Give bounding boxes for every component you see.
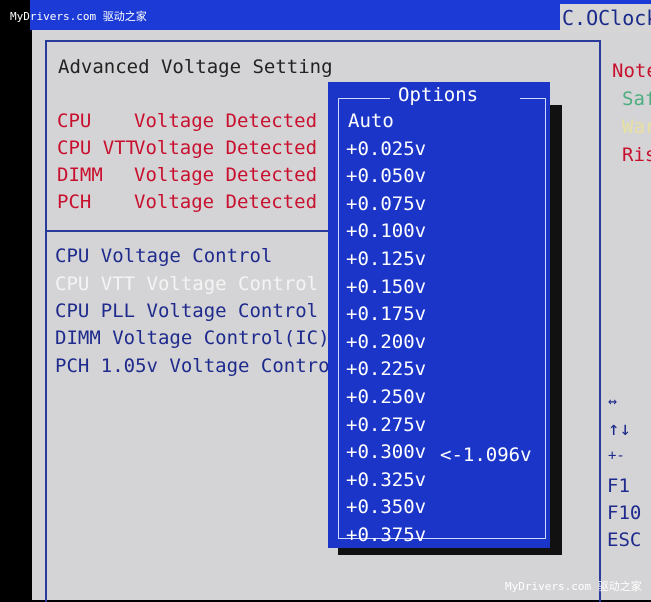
control-cpu-voltage[interactable]: CPU Voltage Control — [55, 245, 272, 267]
control-cpu-pll-voltage[interactable]: CPU PLL Voltage Control — [55, 300, 318, 322]
option-item[interactable]: +0.275v — [346, 414, 426, 436]
detected-value: Voltage Detected — [134, 137, 318, 159]
option-item[interactable]: +0.225v — [346, 358, 426, 380]
option-item[interactable]: +0.025v — [346, 138, 426, 160]
note-title: Note — [612, 60, 651, 82]
option-item[interactable]: +0.375v — [346, 524, 426, 546]
watermark-bottom: MyDrivers.com 驱动之家 — [505, 580, 642, 593]
popup-title-line — [520, 98, 545, 99]
popup-title-line — [338, 98, 390, 99]
note-safe: Saf — [622, 88, 651, 110]
watermark: MyDrivers.com 驱动之家 — [10, 10, 147, 23]
option-item[interactable]: +0.150v — [346, 276, 426, 298]
option-item[interactable]: +0.100v — [346, 220, 426, 242]
key-f10: F10 — [607, 502, 642, 524]
option-item[interactable]: +0.200v — [346, 331, 426, 353]
option-item[interactable]: +0.075v — [346, 193, 426, 215]
detected-value: Voltage Detected — [134, 110, 318, 132]
detected-value: Voltage Detected — [134, 191, 318, 213]
detected-label: PCH — [57, 191, 92, 213]
note-risk: Ris — [622, 144, 651, 166]
option-item[interactable]: +0.325v — [346, 469, 426, 491]
key-plus-minus: +- — [608, 448, 625, 464]
option-item[interactable]: +0.125v — [346, 248, 426, 270]
option-item[interactable]: +0.350v — [346, 496, 426, 518]
option-item[interactable]: +0.300v — [346, 441, 426, 463]
key-up-down: ↑↓ — [608, 418, 631, 440]
control-cpu-vtt-voltage[interactable]: CPU VTT Voltage Control — [55, 273, 318, 295]
detected-label: CPU — [57, 110, 92, 132]
control-pch-voltage[interactable]: PCH 1.05v Voltage Control — [55, 355, 341, 377]
detected-label: DIMM — [57, 164, 103, 186]
key-left-right: ↔ — [608, 392, 618, 410]
divider — [47, 230, 330, 232]
current-value-marker: <-1.096v — [440, 444, 532, 466]
tab-c-oclock[interactable]: C.OClock — [560, 4, 651, 32]
option-item[interactable]: +0.050v — [346, 165, 426, 187]
detected-label: CPU VTT — [57, 137, 138, 159]
detected-value: Voltage Detected — [134, 164, 318, 186]
control-dimm-voltage[interactable]: DIMM Voltage Control(IC) — [55, 327, 330, 349]
popup-title: Options — [390, 84, 487, 106]
option-item[interactable]: +0.175v — [346, 303, 426, 325]
key-esc: ESC — [607, 529, 642, 551]
key-f1: F1 — [607, 475, 630, 497]
option-item[interactable]: Auto — [348, 110, 394, 132]
page-title: Advanced Voltage Setting — [58, 56, 333, 78]
option-item[interactable]: +0.250v — [346, 386, 426, 408]
note-warning: War — [622, 116, 651, 138]
